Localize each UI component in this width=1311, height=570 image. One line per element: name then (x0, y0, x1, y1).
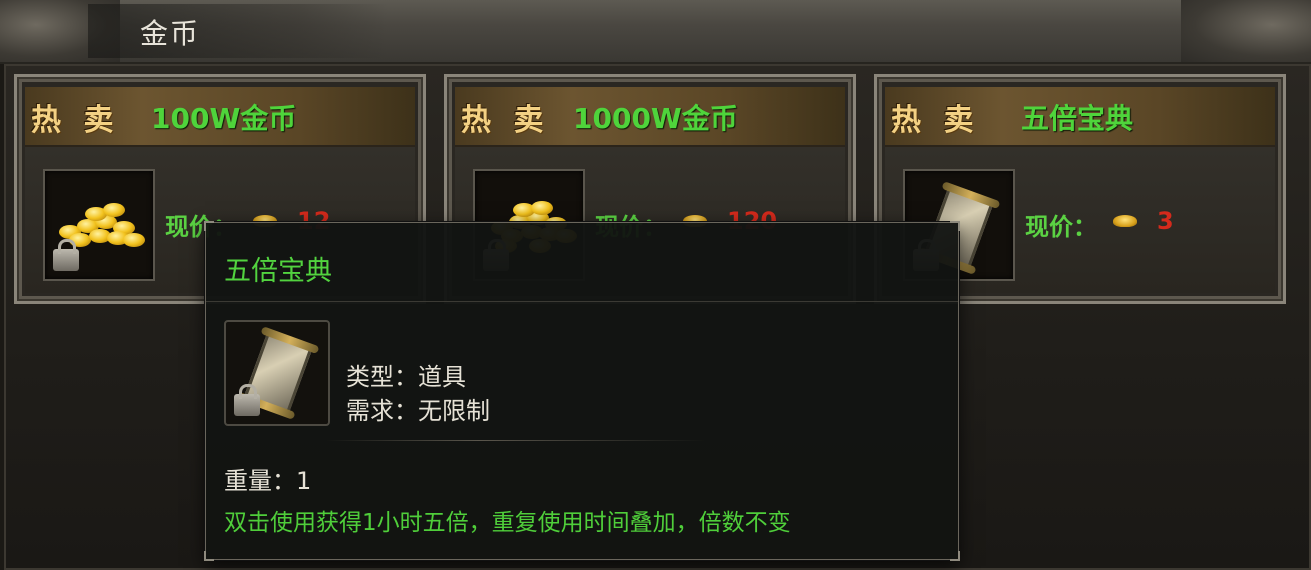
divider (206, 301, 958, 302)
item-weight: 重量：1 (224, 467, 312, 495)
tooltip-title: 五倍宝典 (224, 256, 332, 287)
lock-icon (53, 239, 79, 271)
tooltip-corner (204, 221, 214, 231)
category-title: 金币 (140, 17, 201, 50)
item-name: 1000W金币 (573, 102, 738, 135)
item-tooltip: 五倍宝典 类型：道具 需求：无限制 重量：1 双击使用获得1小时五倍，重复使用时… (204, 221, 960, 561)
price-value: 3 (1157, 207, 1174, 235)
header-ornament-right (1181, 0, 1311, 62)
tooltip-corner (204, 551, 214, 561)
item-type: 类型：道具 (346, 363, 466, 391)
divider (326, 440, 706, 441)
hot-sale-badge: 热 卖 (461, 103, 550, 138)
hot-sale-badge: 热 卖 (31, 103, 120, 138)
tooltip-item-slot (224, 320, 330, 426)
tooltip-corner (950, 221, 960, 231)
item-description: 双击使用获得1小时五倍，重复使用时间叠加，倍数不变 (224, 510, 791, 536)
lock-icon (234, 384, 260, 416)
tooltip-corner (950, 551, 960, 561)
price-label: 现价： (1025, 213, 1097, 241)
item-name: 100W金币 (151, 102, 297, 135)
item-slot[interactable] (43, 169, 155, 281)
category-tab-bg (88, 4, 388, 58)
item-requirement: 需求：无限制 (346, 397, 490, 425)
title-bar: 金币 (0, 0, 1311, 64)
ingot-icon (1113, 215, 1137, 227)
item-name: 五倍宝典 (1021, 102, 1134, 135)
hot-sale-badge: 热 卖 (891, 103, 980, 138)
